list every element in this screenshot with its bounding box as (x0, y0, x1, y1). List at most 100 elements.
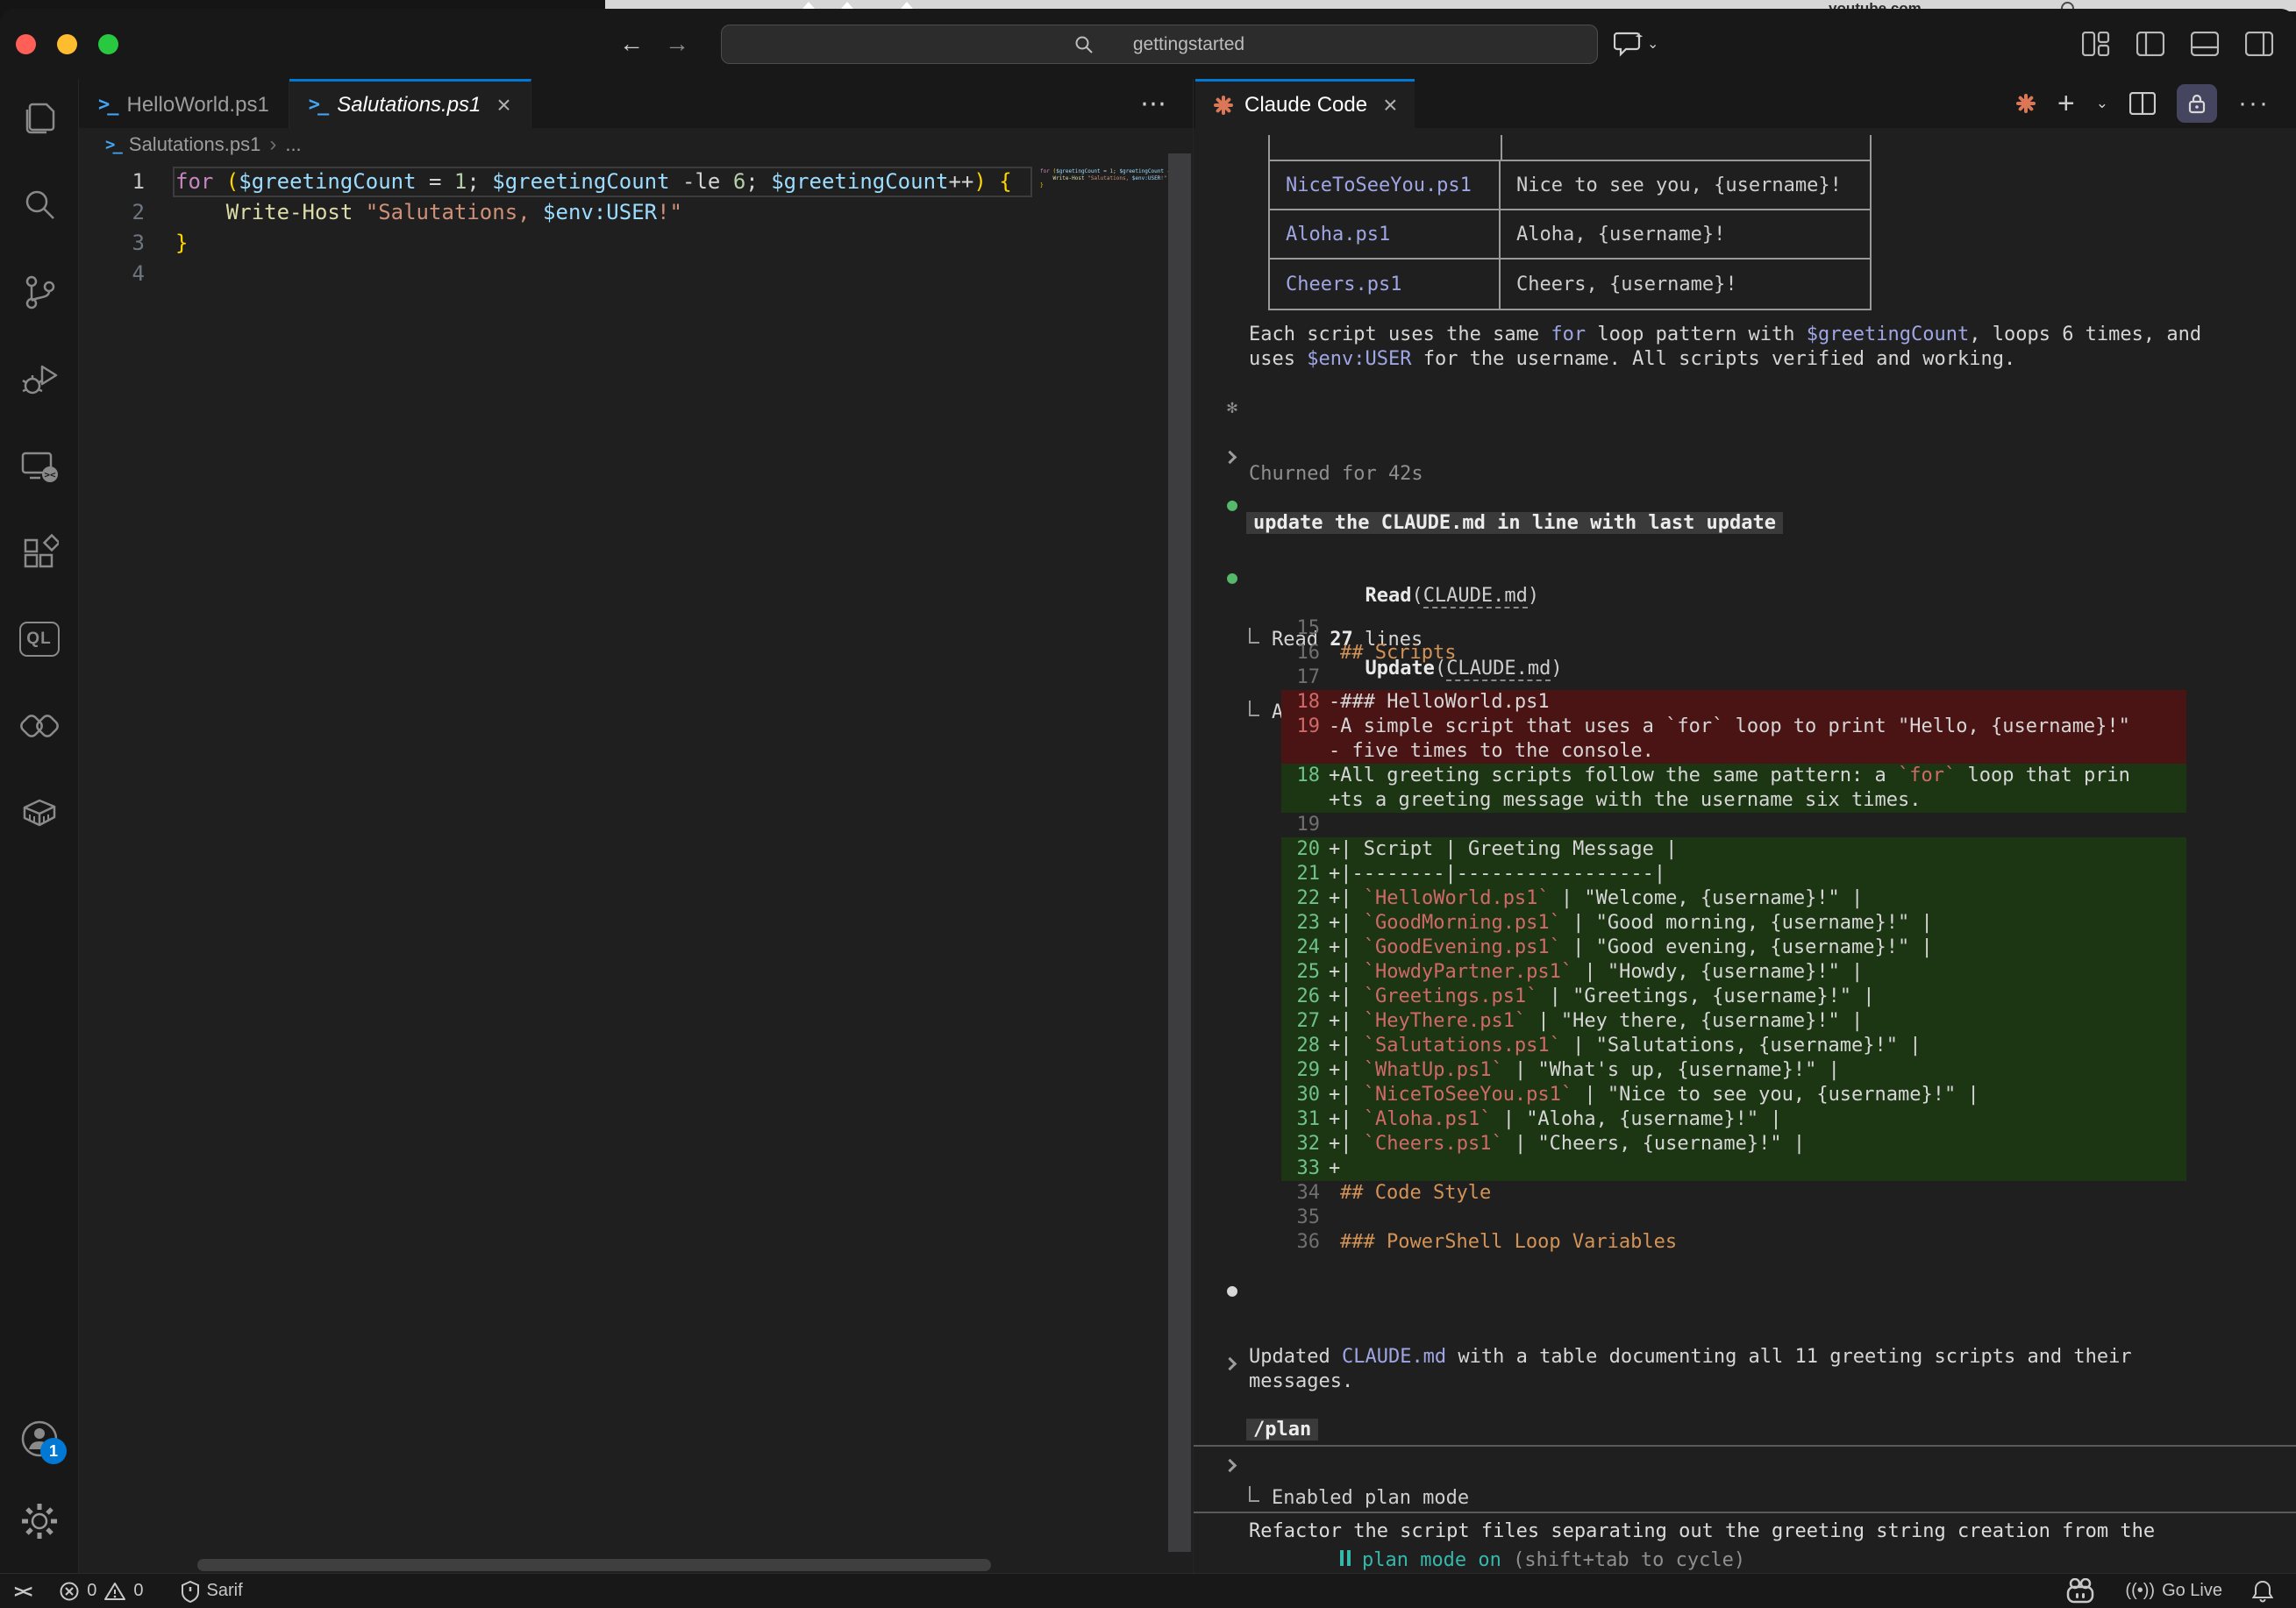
text-segment: `Salutations.ps1` (1364, 1035, 1561, 1057)
code-line: 3} (79, 228, 1168, 259)
breadcrumb-symbol[interactable]: ... (285, 133, 301, 156)
activity-bar: >< QL (0, 79, 79, 1573)
tab-claude-code[interactable]: Claude Code × (1195, 79, 1415, 128)
close-tab-icon[interactable]: × (1383, 91, 1397, 119)
close-window-button[interactable] (16, 34, 36, 54)
diff-line-number: 27 (1281, 1009, 1320, 1034)
sidebar-item-explorer[interactable] (19, 98, 60, 139)
command-center-search[interactable]: gettingstarted (721, 25, 1598, 64)
diff-line-number: 18 (1281, 764, 1320, 788)
text-segment: ## Code Style (1340, 1182, 1491, 1204)
more-actions-button[interactable]: ··· (2238, 89, 2270, 118)
diff-text: +|--------|-----------------| (1329, 862, 1665, 886)
diff-text: -### HelloWorld.ps1 (1329, 690, 1550, 715)
status-bar: >< 0 0 Sarif (0, 1573, 2296, 1608)
diff-line-number: 25 (1281, 960, 1320, 985)
text-segment: = (1101, 168, 1110, 174)
panel-tab-bar: Claude Code × + ⌄ ··· (1194, 79, 2296, 128)
mode-hint: (shift+tab to cycle) (1513, 1549, 1745, 1571)
text-segment: = (417, 169, 454, 194)
sidebar-item-containers[interactable] (19, 793, 60, 833)
minimize-window-button[interactable] (57, 34, 77, 54)
split-terminal-icon[interactable] (2129, 92, 2156, 115)
diff-line-number: 15 (1281, 616, 1320, 641)
diff-line-number: 23 (1281, 911, 1320, 936)
code-editor[interactable]: 1for ($greetingCount = 1; $greetingCount… (79, 161, 1168, 1548)
diff-text: +All greeting scripts follow the same pa… (1329, 764, 2130, 788)
claude-session-icon[interactable] (2015, 93, 2036, 114)
diff-line-number: 17 (1281, 665, 1320, 690)
diff-text: +| `Cheers.ps1` | "Cheers, {username}!" … (1329, 1132, 1805, 1156)
diff-line: 20+| Script | Greeting Message | (1281, 837, 2186, 862)
text-segment (175, 200, 226, 224)
breadcrumb-file[interactable]: Salutations.ps1 (129, 133, 260, 156)
tab-overflow-button[interactable]: ⋯ (1140, 79, 1166, 128)
diff-line: 18 -### HelloWorld.ps1 (1281, 690, 2186, 715)
diff-text (1329, 665, 1340, 690)
go-live-button[interactable]: ((•)) Go Live (2125, 1581, 2222, 1601)
sidebar-item-search[interactable] (19, 185, 60, 225)
problems-button[interactable]: 0 0 (59, 1581, 143, 1602)
terminal-dropdown-chevron-icon[interactable]: ⌄ (2096, 95, 2108, 112)
sidebar-item-remote-explorer[interactable]: >< (19, 445, 60, 486)
maximize-window-button[interactable] (98, 34, 118, 54)
warning-icon (103, 1581, 126, 1602)
editor-vertical-scrollbar[interactable] (1168, 153, 1191, 1552)
code-line: 1for ($greetingCount = 1; $greetingCount… (79, 167, 1168, 197)
text-segment: +| (1329, 887, 1364, 909)
remote-indicator-button[interactable]: >< (14, 1581, 29, 1602)
text-segment: 6 (733, 169, 745, 194)
new-terminal-button[interactable]: + (2057, 87, 2075, 121)
sidebar-item-source-control[interactable] (19, 272, 60, 312)
editor-horizontal-scrollbar[interactable] (197, 1559, 991, 1571)
copilot-chat-button[interactable]: ⌄ (1614, 9, 1658, 79)
text-segment: +| (1329, 1133, 1364, 1155)
diff-line-number (1281, 739, 1320, 764)
account-badge: 1 (40, 1438, 67, 1464)
close-tab-icon[interactable]: × (496, 91, 510, 119)
diff-text: ## Scripts (1329, 641, 1456, 665)
diff-line-number: 21 (1281, 862, 1320, 886)
accounts-button[interactable]: 1 (19, 1419, 60, 1459)
notifications-bell-icon[interactable] (2252, 1580, 2273, 1603)
text-segment: $env:USER (543, 200, 657, 224)
sidebar-item-liveshare[interactable] (19, 706, 60, 746)
sarif-label: Sarif (207, 1581, 243, 1601)
claude-terminal[interactable]: NiceToSeeYou.ps1Nice to see you, {userna… (1194, 128, 2296, 1573)
text-segment: ( (1050, 168, 1056, 174)
text-segment: | "Salutations, {username}!" | (1561, 1035, 1922, 1057)
text-segment: $env:USER (1307, 348, 1411, 370)
breadcrumb[interactable]: >_ Salutations.ps1 › ... (79, 128, 1193, 161)
toggle-secondary-sidebar-icon[interactable] (2245, 32, 2273, 56)
toggle-panel-icon[interactable] (2191, 32, 2219, 56)
powershell-icon: >_ (98, 94, 117, 116)
history-forward-button[interactable]: → (665, 9, 689, 79)
sidebar-item-codeql[interactable]: QL (19, 619, 60, 659)
settings-button[interactable] (19, 1501, 60, 1541)
search-icon (1074, 35, 1094, 54)
text-segment: for (175, 169, 213, 194)
diff-line: 19 (1281, 813, 2186, 837)
sarif-button[interactable]: Sarif (181, 1580, 243, 1603)
diff-line-number: 32 (1281, 1132, 1320, 1156)
lock-panel-button[interactable] (2177, 84, 2217, 123)
tab-salutations[interactable]: >_ Salutations.ps1 × (289, 79, 531, 128)
toggle-primary-sidebar-icon[interactable] (2136, 32, 2164, 56)
diff-line-number: 24 (1281, 936, 1320, 960)
history-back-button[interactable]: ← (619, 9, 644, 79)
tab-helloworld[interactable]: >_ HelloWorld.ps1 (79, 79, 289, 128)
robot-icon[interactable] (2065, 1578, 2095, 1604)
diff-line-number: 29 (1281, 1058, 1320, 1083)
text-segment: +| (1329, 1035, 1364, 1057)
diff-line-number: 18 (1281, 690, 1320, 715)
text-segment: +| (1329, 985, 1364, 1007)
sidebar-item-extensions[interactable] (19, 532, 60, 573)
customize-layout-icon[interactable] (2082, 32, 2110, 56)
text-segment: `Greetings.ps1` (1364, 985, 1538, 1007)
minimap[interactable]: for ($greetingCount = 1; $greetingCount … (1040, 168, 1172, 230)
input-bottom-border (1194, 1512, 2296, 1513)
text-segment: | "Good evening, {username}!" | (1561, 936, 1933, 958)
text-segment: for (1040, 168, 1050, 174)
lock-icon (2186, 92, 2207, 115)
sidebar-item-run-debug[interactable] (19, 359, 60, 399)
